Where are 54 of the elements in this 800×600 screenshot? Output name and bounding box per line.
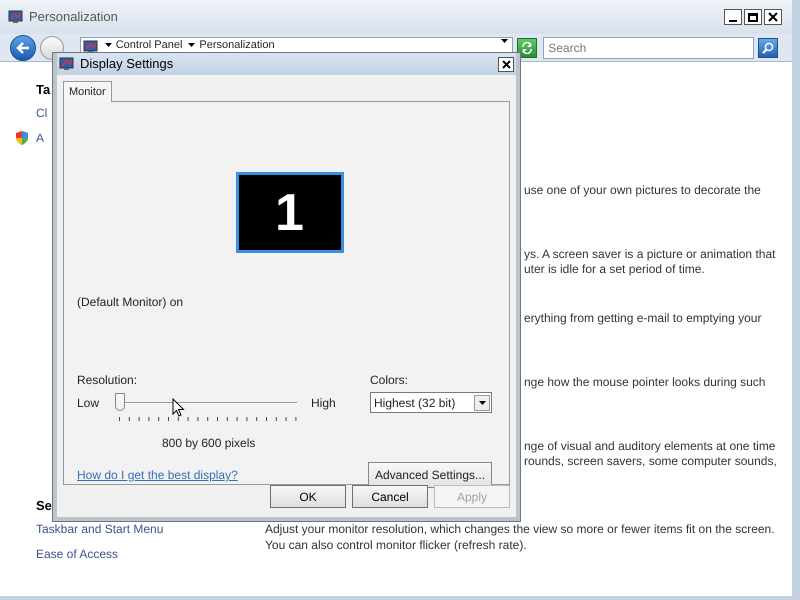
search-icon — [762, 42, 774, 54]
dropdown-caret-icon[interactable] — [501, 38, 508, 42]
caret-icon — [104, 43, 112, 47]
sidebar-link[interactable]: Taskbar and Start Menu — [36, 520, 164, 538]
monitor-preview[interactable]: 1 — [236, 172, 344, 253]
close-button[interactable] — [764, 9, 782, 25]
search-field[interactable]: Search — [543, 36, 754, 58]
close-icon — [502, 60, 510, 68]
search-button[interactable] — [758, 38, 778, 58]
description-text: nge of visual and auditory elements at one time — [524, 439, 776, 454]
sidebar-link[interactable]: Cl — [36, 104, 48, 122]
dialog-button[interactable]: Cancel — [352, 485, 428, 508]
colors-dropdown[interactable]: Highest (32 bit) — [370, 392, 492, 413]
breadcrumb-item[interactable]: Control Panel — [104, 38, 182, 52]
low-label: Low — [77, 395, 100, 412]
description-text: You can also control monitor flicker (refresh rate). — [265, 537, 528, 553]
description-text: erything from getting e-mail to emptying your — [524, 311, 762, 326]
dialog-title: Display Settings — [80, 55, 174, 74]
description-text: use one of your own pictures to decorate the — [524, 183, 762, 198]
description-text: rounds, screen savers, some computer sounds, — [524, 454, 778, 469]
sidebar-link[interactable]: Ease of Access — [36, 544, 118, 562]
monitor-name: (Default Monitor) on — [77, 294, 184, 311]
back-button[interactable] — [10, 34, 36, 60]
close-icon — [768, 12, 778, 22]
description-text: ys. A screen saver is a picture or animation that — [524, 247, 776, 262]
description-text: Adjust your monitor resolution, which changes the view so more or fewer items fit on the screen. — [265, 521, 776, 537]
control-panel-icon — [82, 38, 99, 54]
display-icon — [59, 56, 75, 72]
dialog-button[interactable]: OK — [270, 485, 346, 508]
sidebar-heading: Ta — [36, 81, 50, 99]
resolution-label: Resolution: — [77, 372, 138, 389]
caret-icon — [188, 43, 196, 47]
slider-thumb[interactable] — [115, 393, 125, 411]
colors-label: Colors: — [370, 372, 410, 389]
help-link[interactable]: How do I get the best display? — [77, 466, 238, 484]
description-text: uter is idle for a set period of time. — [524, 262, 706, 277]
breadcrumb-item[interactable]: Personalization — [188, 38, 275, 52]
dropdown-caret-icon — [478, 400, 486, 404]
shield-icon — [14, 130, 30, 146]
sidebar-link[interactable]: A — [36, 128, 44, 146]
maximize-button[interactable] — [744, 9, 762, 25]
monitor-number: 1 — [275, 186, 304, 238]
refresh-button[interactable] — [517, 38, 538, 58]
sidebar-heading: Se — [36, 497, 52, 515]
high-label: High — [311, 395, 336, 412]
close-button[interactable] — [498, 56, 514, 72]
window-title: Personalization — [29, 8, 118, 26]
refresh-icon — [521, 42, 534, 54]
resolution-reading: 800 by 600 pixels — [162, 435, 256, 452]
back-arrow-icon — [16, 42, 30, 54]
description-text: nge how the mouse pointer looks during such — [524, 375, 766, 390]
app-icon — [8, 9, 24, 25]
tab[interactable]: Monitor — [63, 81, 112, 102]
minimize-button[interactable] — [724, 9, 742, 25]
